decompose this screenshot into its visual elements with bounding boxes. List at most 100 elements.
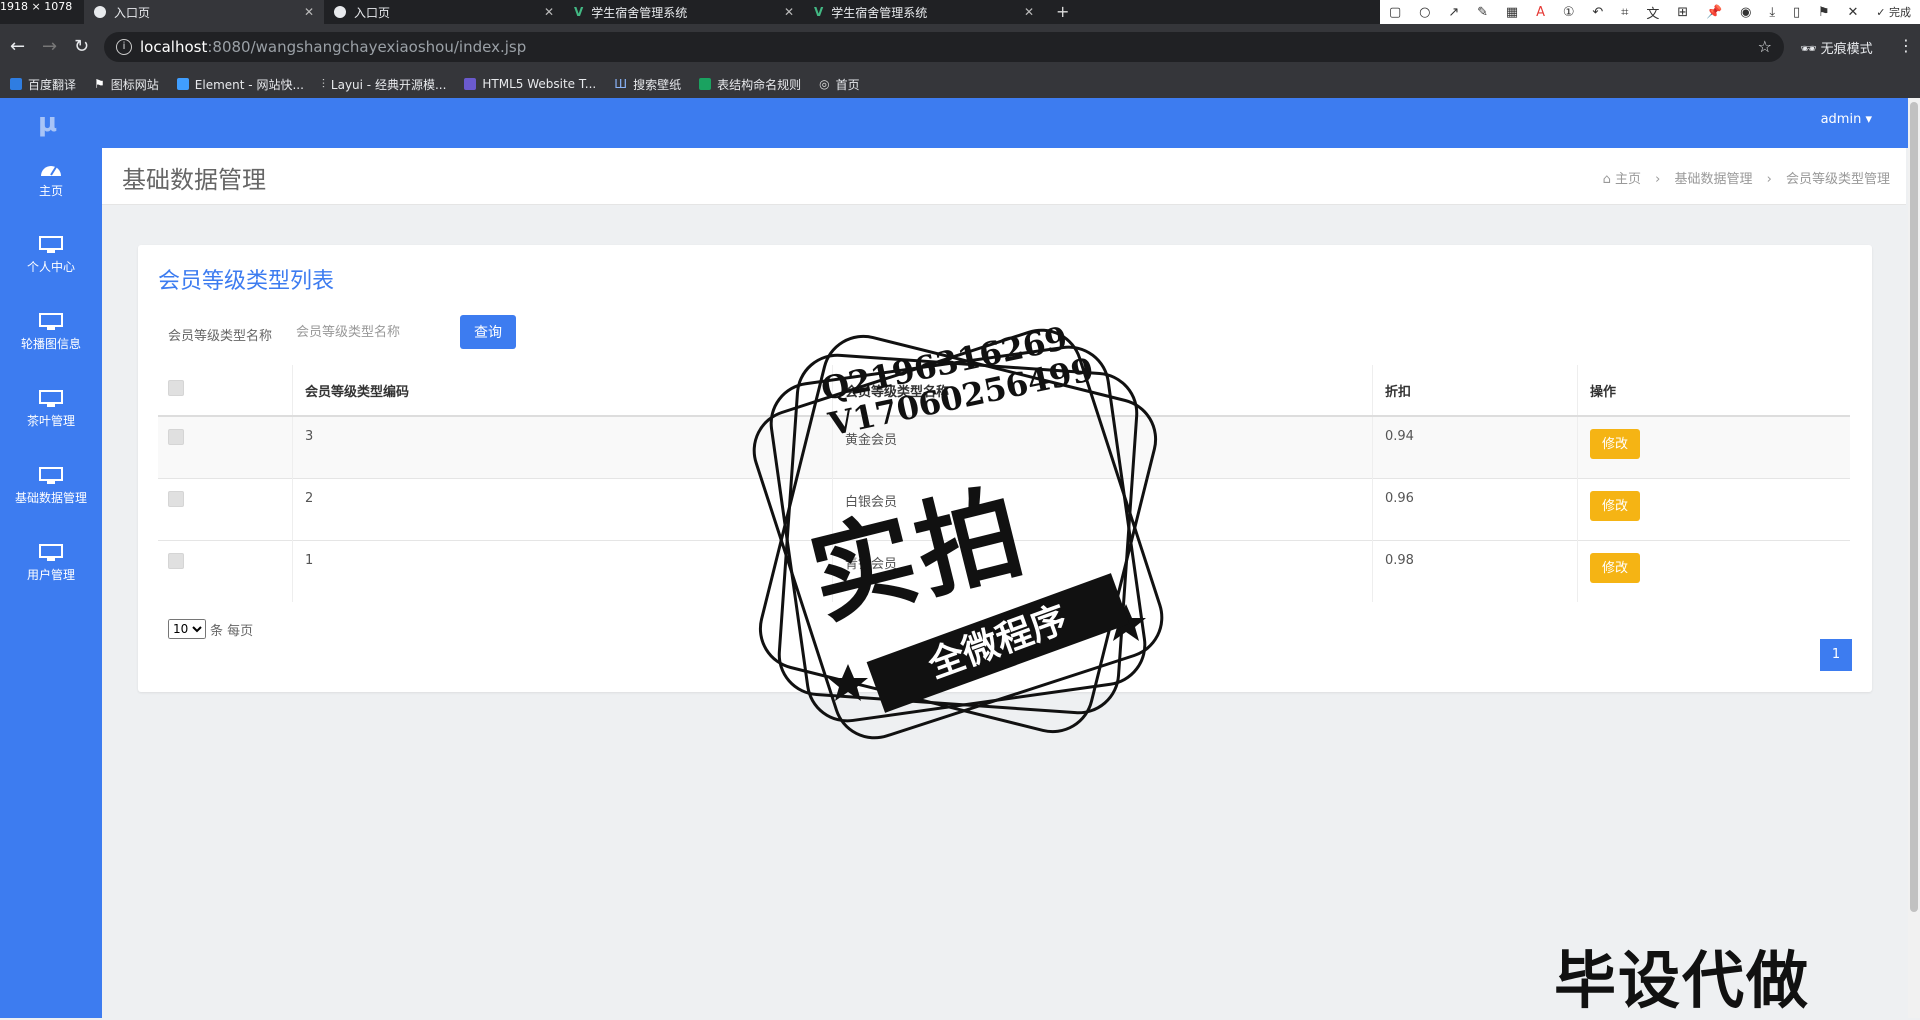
- bookmark-item[interactable]: ⫶ Layui - 经典开源模...: [322, 76, 447, 93]
- edit-button[interactable]: 修改: [1590, 552, 1640, 583]
- monitor-icon: [39, 313, 63, 330]
- monitor-icon: [39, 236, 63, 253]
- bookmark-item[interactable]: HTML5 Website T...: [464, 77, 596, 91]
- discount-cell: 0.96: [1372, 477, 1578, 540]
- flag-icon: ⚑: [94, 77, 105, 91]
- sidebar-item-tea[interactable]: 茶叶管理: [0, 390, 102, 460]
- page-size-select[interactable]: 10: [168, 619, 206, 639]
- action-cell: 修改: [1577, 415, 1850, 478]
- bookmarks-bar: 百度翻译 ⚑ 图标网站 Element - 网站快... ⫶ Layui - 经典开…: [0, 70, 1920, 98]
- watermark-bottom-text: 毕设代做: [1554, 944, 1811, 1017]
- device-icon[interactable]: ▯: [1793, 5, 1800, 20]
- browser-tab-bar: 1918 × 1078 入口页 ✕ 入口页 ✕ V 学生宿舍管理系统 ✕ V 学…: [0, 0, 1920, 24]
- monitor-icon: [39, 390, 63, 407]
- undo-icon[interactable]: ↶: [1592, 5, 1603, 20]
- globe-icon: ◎: [819, 77, 830, 91]
- new-tab-button[interactable]: +: [1056, 2, 1069, 21]
- pin-icon[interactable]: 📌: [1706, 5, 1722, 20]
- incognito-indicator[interactable]: 🕶 无痕模式: [1800, 38, 1873, 57]
- bookmark-icon[interactable]: ⚑: [1818, 5, 1830, 20]
- search-input[interactable]: [290, 315, 442, 349]
- scrollbar-thumb[interactable]: [1910, 102, 1918, 912]
- sidebar-item-label: 主页: [38, 184, 63, 198]
- breadcrumb-item[interactable]: 主页: [1615, 172, 1641, 187]
- reload-icon[interactable]: ↻: [74, 36, 89, 57]
- bookmark-item[interactable]: ⚑ 图标网站: [94, 76, 159, 93]
- wallpaper-icon: Ш: [614, 77, 628, 91]
- rectangle-tool-icon[interactable]: ▢: [1389, 5, 1401, 20]
- bookmark-item[interactable]: 表结构命名规则: [699, 76, 801, 93]
- star-icon[interactable]: ☆: [1758, 37, 1772, 56]
- checkbox-cell: [158, 477, 293, 540]
- ocr-icon[interactable]: ⊞: [1677, 5, 1688, 20]
- user-menu[interactable]: admin ▾: [1821, 112, 1872, 127]
- chevron-right-icon: ›: [1655, 172, 1661, 187]
- back-icon[interactable]: ←: [10, 36, 25, 57]
- top-bar: admin ▾: [102, 98, 1920, 148]
- browser-tab[interactable]: 入口页 ✕: [324, 0, 564, 24]
- discount-cell: 0.98: [1372, 539, 1578, 602]
- menu-icon[interactable]: ⋮: [1898, 36, 1914, 55]
- close-icon[interactable]: ✕: [544, 5, 554, 19]
- browser-tab[interactable]: V 学生宿舍管理系统 ✕: [804, 0, 1044, 24]
- sidebar-item-basic-data[interactable]: 基础数据管理: [0, 467, 102, 537]
- page-size-suffix: 条 每页: [210, 623, 254, 639]
- url-field[interactable]: i localhost :8080/wangshangchayexiaoshou…: [104, 32, 1784, 62]
- text-tool-icon[interactable]: A: [1536, 5, 1545, 20]
- panel-title: 会员等级类型列表: [158, 269, 335, 294]
- sidebar-item-label: 个人中心: [26, 260, 75, 274]
- bookmark-label: 百度翻译: [28, 77, 77, 92]
- circle-tool-icon[interactable]: ○: [1419, 5, 1430, 20]
- mosaic-tool-icon[interactable]: ▦: [1506, 5, 1518, 20]
- select-all-checkbox[interactable]: [168, 380, 184, 396]
- info-icon[interactable]: i: [116, 39, 132, 55]
- forward-icon[interactable]: →: [42, 36, 57, 57]
- bookmark-item[interactable]: Ш 搜索壁纸: [614, 76, 681, 93]
- translate-icon[interactable]: 文: [1646, 3, 1659, 22]
- sidebar-item-users[interactable]: 用户管理: [0, 544, 102, 614]
- record-icon[interactable]: ◉: [1740, 5, 1751, 20]
- row-checkbox[interactable]: [168, 429, 184, 445]
- edit-button[interactable]: 修改: [1590, 429, 1640, 459]
- bookmark-item[interactable]: ◎ 首页: [819, 76, 860, 93]
- bookmark-label: Element - 网站快...: [194, 77, 304, 92]
- pagination-current-page[interactable]: 1: [1820, 639, 1852, 671]
- vue-icon: V: [814, 5, 824, 19]
- crop-icon[interactable]: ⌗: [1621, 5, 1628, 20]
- sidebar-item-home[interactable]: 主页: [0, 160, 102, 230]
- user-name: admin: [1820, 112, 1862, 127]
- url-host: localhost: [140, 38, 208, 56]
- incognito-label: 无痕模式: [1820, 42, 1873, 57]
- browser-tab[interactable]: V 学生宿舍管理系统 ✕: [564, 0, 804, 24]
- number-tool-icon[interactable]: ①: [1563, 5, 1575, 20]
- bookmark-item[interactable]: 百度翻译: [10, 76, 76, 93]
- tab-title: 入口页: [114, 5, 151, 20]
- close-icon[interactable]: ✕: [1024, 5, 1034, 19]
- bookmark-item[interactable]: Element - 网站快...: [176, 76, 304, 93]
- html5-icon: [464, 78, 477, 90]
- sidebar-item-profile[interactable]: 个人中心: [0, 236, 102, 306]
- bookmark-label: 表结构命名规则: [717, 77, 802, 92]
- action-cell: 修改: [1577, 539, 1850, 602]
- pen-tool-icon[interactable]: ✎: [1477, 5, 1488, 20]
- breadcrumb-item[interactable]: 基础数据管理: [1674, 172, 1752, 187]
- close-icon[interactable]: ✕: [784, 5, 794, 19]
- done-button[interactable]: ✓ 完成: [1876, 4, 1911, 20]
- close-icon[interactable]: ✕: [304, 5, 314, 19]
- row-checkbox[interactable]: [168, 552, 184, 569]
- action-cell: 修改: [1577, 477, 1850, 540]
- select-all-cell: [158, 365, 293, 417]
- sidebar-item-carousel[interactable]: 轮播图信息: [0, 313, 102, 383]
- query-button[interactable]: 查询: [460, 315, 516, 349]
- edit-button[interactable]: 修改: [1590, 490, 1640, 521]
- bookmark-label: Layui - 经典开源模...: [330, 77, 447, 92]
- download-icon[interactable]: ⤓: [1769, 5, 1775, 20]
- cancel-icon[interactable]: ✕: [1848, 5, 1859, 20]
- url-path: :8080/wangshangchayexiaoshou/index.jsp: [207, 38, 527, 56]
- browser-tab[interactable]: 入口页 ✕: [84, 0, 324, 24]
- arrow-tool-icon[interactable]: ↗: [1448, 5, 1459, 20]
- vue-icon: V: [574, 5, 584, 19]
- row-checkbox[interactable]: [168, 490, 184, 507]
- column-header[interactable]: 折扣: [1372, 365, 1578, 417]
- scrollbar[interactable]: [1908, 98, 1920, 1018]
